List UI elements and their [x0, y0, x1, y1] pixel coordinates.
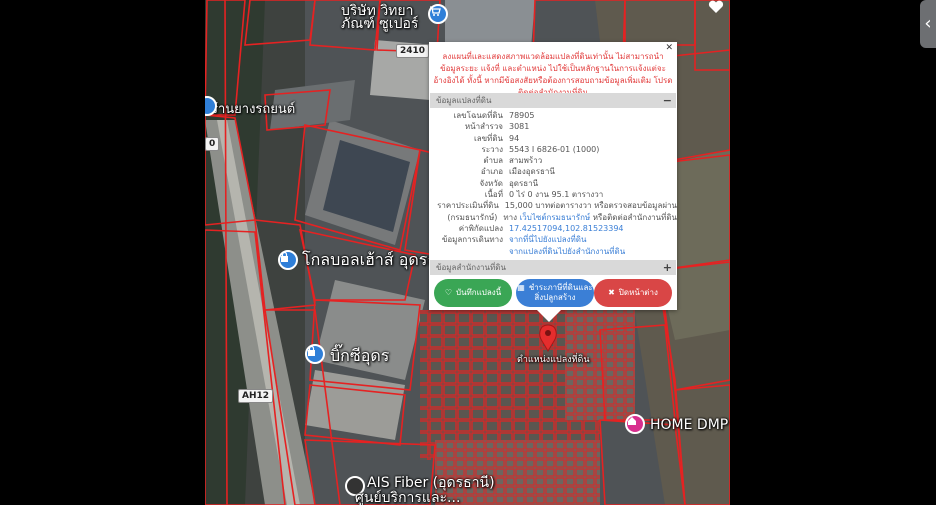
info-key: เลขที่ดิน — [473, 133, 503, 143]
road-number-badge: 2410 — [396, 44, 430, 58]
route-to-parcel-link[interactable]: จากที่นี่ไปยังแปลงที่ดิน — [509, 235, 586, 244]
treasury-website-link[interactable]: เว็บไซต์กรมธนารักษ์ — [520, 213, 591, 222]
poi-label-big-c: บิ๊กซีอุดร — [330, 346, 390, 365]
info-row-treasury: (กรมธนารักษ์) ทาง เว็บไซต์กรมธนารักษ์ หร… — [429, 212, 677, 223]
pay-tax-label: ชำระภาษีที่ดินและ — [528, 283, 593, 292]
info-row: หน้าสำรวจ 3081 — [429, 121, 677, 132]
parcel-location-label: ตำแหน่งแปลงที่ดิน — [517, 355, 590, 365]
save-parcel-button[interactable]: ♡ บันทึกแปลงนี้ — [434, 279, 512, 307]
close-icon: ✖ — [608, 288, 615, 297]
collapse-icon[interactable]: − — [663, 93, 672, 108]
info-key: ราคาประเมินที่ดิน — [437, 201, 499, 211]
home-poi-icon[interactable] — [625, 414, 645, 434]
info-key: (กรมธนารักษ์) — [447, 212, 498, 222]
info-key: จังหวัด — [479, 178, 503, 188]
info-row-coordinates: ค่าพิกัดแปลง 17.42517094,102.81523394 — [429, 223, 677, 234]
coordinates-link[interactable]: 17.42517094,102.81523394 — [509, 224, 624, 233]
road-number-badge: 0 — [205, 137, 220, 151]
land-info-popup: ✕ ลงแผนที่และแสดงสภาพแวดล้อมแปลงที่ดินเท… — [429, 42, 677, 322]
chevron-left-icon: ‹ — [924, 13, 932, 34]
road-number-badge: AH12 — [238, 389, 274, 403]
poi-label-home-dmp: HOME DMP — [650, 417, 729, 433]
popup-pointer — [537, 310, 561, 322]
favorite-heart-icon[interactable] — [708, 0, 724, 14]
info-value: เมืองอุดรธานี — [509, 167, 555, 177]
info-value: 3081 — [509, 122, 530, 132]
side-panel-toggle[interactable]: ‹ — [920, 0, 936, 48]
section-office-info-title: ข้อมูลสำนักงานที่ดิน — [436, 263, 506, 272]
info-row: จังหวัด อุดรธานี — [429, 178, 677, 189]
pay-land-tax-button[interactable]: ▦ ชำระภาษีที่ดินและ สิ่งปลูกสร้าง — [516, 279, 594, 307]
info-value: 17.42517094,102.81523394 — [509, 223, 677, 234]
close-icon[interactable]: ✕ — [665, 44, 673, 53]
lock-poi-icon[interactable] — [278, 250, 298, 270]
info-row-route-2: จากแปลงที่ดินไปยังสำนักงานที่ดิน — [429, 246, 677, 257]
lock-poi-icon[interactable] — [305, 344, 325, 364]
info-row: เลขที่ดิน 94 — [429, 133, 677, 144]
info-key: ข้อมูลการเดินทาง — [441, 235, 503, 245]
poi-label-company-line2: ภัณฑ์ ซูเปอร์ — [341, 16, 419, 32]
info-key: ค่าพิกัดแปลง — [458, 223, 503, 233]
poi-label-ais-line2: ศูนย์บริการและ... — [355, 490, 461, 505]
info-value: 15,000 บาทต่อตารางวา หรือตรวจสอบข้อมูลผ่… — [504, 201, 677, 211]
section-land-info-title: ข้อมูลแปลงที่ดิน — [436, 96, 492, 105]
expand-icon[interactable]: + — [663, 260, 672, 275]
section-land-info[interactable]: ข้อมูลแปลงที่ดิน − — [430, 93, 676, 108]
close-window-button[interactable]: ✖ ปิดหน้าต่าง — [594, 279, 672, 307]
poi-label-tire-shop: ร้านยางรถยนต์ — [211, 102, 296, 117]
heart-outline-icon: ♡ — [444, 288, 452, 297]
info-row-route: ข้อมูลการเดินทาง จากที่นี่ไปยังแปลงที่ดิ… — [429, 234, 677, 245]
info-key: เลขโฉนดที่ดิน — [453, 111, 503, 120]
receipt-icon: ▦ — [517, 283, 525, 292]
info-text: หรือติดต่อสำนักงานที่ดิน — [592, 212, 677, 222]
route-to-office-link[interactable]: จากแปลงที่ดินไปยังสำนักงานที่ดิน — [509, 247, 625, 256]
info-value: 0 ไร่ 0 งาน 95.1 ตารางวา — [509, 190, 604, 200]
section-office-info[interactable]: ข้อมูลสำนักงานที่ดิน + — [430, 260, 676, 275]
info-row: เลขโฉนดที่ดิน 78905 — [429, 110, 677, 121]
info-key: ระวาง — [481, 144, 503, 154]
shopping-cart-poi-icon[interactable] — [428, 4, 448, 24]
info-key: ตำบล — [483, 156, 503, 166]
disclaimer-text: ลงแผนที่และแสดงสภาพแวดล้อมแปลงที่ดินเท่า… — [433, 52, 673, 97]
info-value: จากที่นี่ไปยังแปลงที่ดิน — [509, 234, 677, 245]
info-row: อำเภอ เมืองอุดรธานี — [429, 166, 677, 177]
info-key: อำเภอ — [480, 167, 503, 177]
info-value: อุดรธานี — [509, 178, 539, 188]
info-row: เนื้อที่ 0 ไร่ 0 งาน 95.1 ตารางวา — [429, 189, 677, 200]
pay-tax-label-2: สิ่งปลูกสร้าง — [534, 293, 576, 302]
info-value: ทาง เว็บไซต์กรมธนารักษ์ หรือติดต่อสำนักง… — [503, 212, 677, 223]
info-text: ทาง — [503, 212, 518, 222]
info-key: หน้าสำรวจ — [464, 122, 503, 132]
info-value: 78905 — [509, 111, 535, 120]
info-key: เนื้อที่ — [484, 190, 503, 200]
info-value: จากแปลงที่ดินไปยังสำนักงานที่ดิน — [509, 246, 677, 257]
info-row: ระวาง 5543 I 6826-01 (1000) — [429, 144, 677, 155]
info-value: 5543 I 6826-01 (1000) — [509, 144, 600, 154]
close-window-label: ปิดหน้าต่าง — [618, 288, 658, 297]
save-parcel-label: บันทึกแปลงนี้ — [455, 288, 502, 297]
info-row: ตำบล สามพร้าว — [429, 155, 677, 166]
land-info-table: เลขโฉนดที่ดิน 78905 หน้าสำรวจ 3081 เลขที่ดิน… — [429, 108, 677, 257]
info-value: สามพร้าว — [509, 156, 543, 166]
info-row: ราคาประเมินที่ดิน 15,000 บาทต่อตารางวา หร… — [429, 200, 677, 211]
info-value: 94 — [509, 133, 520, 143]
